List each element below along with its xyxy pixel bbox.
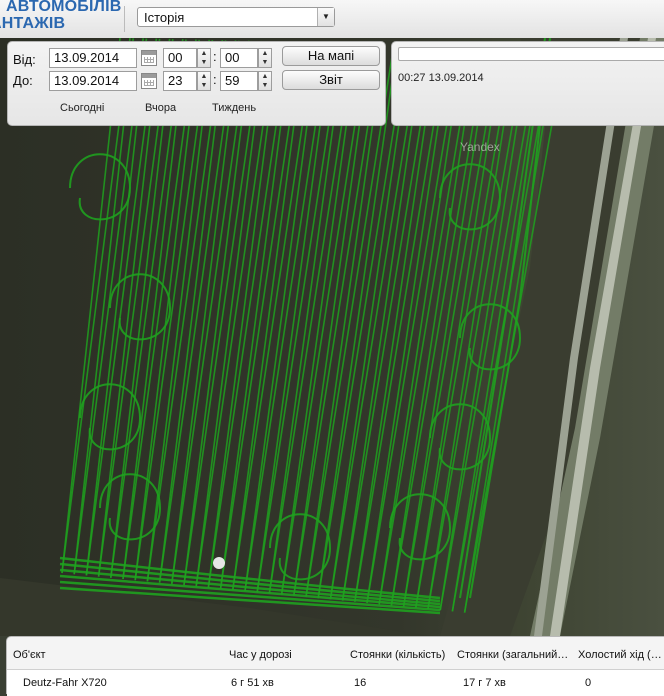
map-canvas[interactable]: [0, 38, 664, 636]
from-date-field[interactable]: 13.09.2014: [49, 48, 137, 68]
show-on-map-button[interactable]: На мапі: [282, 46, 380, 66]
cell-object: Deutz-Fahr X720: [23, 677, 107, 689]
quick-yesterday-link[interactable]: Вчора: [145, 102, 176, 114]
cell-road-time: 6 г 51 хв: [231, 677, 274, 689]
mode-select[interactable]: Історія ▼: [137, 7, 335, 27]
filter-panel: Від: До: 13.09.2014 00 ▲ ▼ : 00 ▲ ▼ 13.09.…: [7, 41, 386, 126]
quick-today-link[interactable]: Сьогодні: [60, 102, 104, 114]
mode-select-value: Історія: [144, 10, 185, 25]
to-label: До:: [13, 73, 33, 88]
from-label: Від:: [13, 52, 36, 67]
timeline-timestamp: 00:27 13.09.2014: [398, 72, 484, 84]
column-header-stops-total[interactable]: Стоянки (загальний…: [457, 649, 575, 661]
from-minute-stepper[interactable]: ▲ ▼: [258, 48, 272, 68]
cell-stops-total: 17 г 7 хв: [463, 677, 506, 689]
logo-line1: АВТОМОБІЛІВ: [6, 0, 122, 15]
timeline-panel: 00:27 13.09.2014: [391, 41, 664, 126]
map-watermark: Yandex: [460, 140, 500, 154]
to-minute-stepper[interactable]: ▲ ▼: [258, 71, 272, 91]
cell-idle: 0: [585, 677, 592, 689]
track-segment: [341, 44, 435, 601]
time-separator: :: [213, 49, 217, 64]
from-hour-field[interactable]: 00: [163, 48, 197, 68]
report-table: Об'єкт Час у дорозі Стоянки (кількість) …: [6, 636, 664, 696]
to-date-field[interactable]: 13.09.2014: [49, 71, 137, 91]
calendar-icon[interactable]: [141, 73, 157, 89]
time-separator: :: [213, 72, 217, 87]
top-bar: АВТОМОБІЛІВ АНТАЖІВ Історія ▼: [0, 0, 664, 39]
track-segment: [317, 44, 398, 599]
column-header-idle[interactable]: Холостий хід (…: [578, 649, 664, 661]
table-row[interactable]: Deutz-Fahr X720 6 г 51 хв 16 17 г 7 хв 0: [7, 669, 664, 696]
column-header-object[interactable]: Об'єкт: [13, 649, 46, 661]
cell-stops-count: 16: [354, 677, 367, 689]
brand-logo: АВТОМОБІЛІВ АНТАЖІВ: [0, 0, 122, 32]
table-header: Об'єкт Час у дорозі Стоянки (кількість) …: [7, 637, 664, 669]
calendar-icon[interactable]: [141, 50, 157, 66]
column-header-road-time[interactable]: Час у дорозі: [229, 649, 292, 661]
from-hour-stepper[interactable]: ▲ ▼: [197, 48, 211, 68]
to-minute-field[interactable]: 59: [220, 71, 258, 91]
chevron-down-icon[interactable]: ▼: [317, 8, 334, 26]
from-minute-field[interactable]: 00: [220, 48, 258, 68]
logo-line2: АНТАЖІВ: [0, 15, 66, 32]
column-header-stops-count[interactable]: Стоянки (кількість): [350, 649, 445, 661]
divider: [124, 6, 125, 32]
track-segment: [390, 45, 478, 606]
track-segment: [366, 45, 451, 604]
to-hour-stepper[interactable]: ▲ ▼: [197, 71, 211, 91]
map-view[interactable]: Yandex: [0, 38, 664, 636]
to-hour-field[interactable]: 23: [163, 71, 197, 91]
track-segment: [354, 45, 448, 602]
timeline-slider[interactable]: [398, 47, 664, 61]
track-segment: [329, 44, 412, 600]
report-button[interactable]: Звіт: [282, 70, 380, 90]
position-marker[interactable]: [213, 557, 225, 569]
quick-week-link[interactable]: Тиждень: [212, 102, 256, 114]
track-segment: [378, 45, 464, 605]
